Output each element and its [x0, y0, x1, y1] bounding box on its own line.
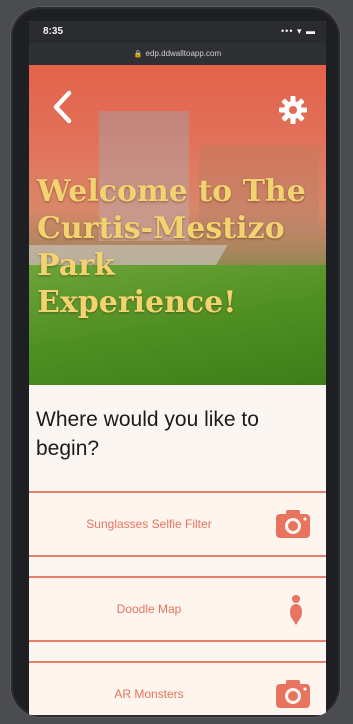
option-label: AR Monsters	[114, 687, 184, 701]
option-label: Doodle Map	[116, 602, 182, 616]
page-title: Welcome to The Curtis-Mestizo Park Exper…	[37, 174, 306, 320]
status-bar: 8:35 ••• ▾ ▬	[29, 21, 326, 43]
camera-icon	[276, 680, 310, 708]
settings-button[interactable]	[278, 95, 308, 125]
map-pin-icon	[290, 595, 302, 625]
option-label: Sunglasses Selfie Filter	[86, 517, 212, 531]
status-icons: ••• ▾ ▬	[281, 26, 316, 36]
option-doodle-map[interactable]: Doodle Map	[29, 576, 326, 642]
camera-icon	[276, 510, 310, 538]
browser-url-bar[interactable]: 🔒 edp.ddwalltoapp.com	[29, 43, 326, 65]
begin-prompt: Where would you like to begin?	[36, 408, 259, 460]
hero-banner: Welcome to The Curtis-Mestizo Park Exper…	[29, 65, 326, 385]
option-sunglasses-selfie-filter[interactable]: Sunglasses Selfie Filter	[29, 491, 326, 557]
option-ar-monsters[interactable]: AR Monsters	[29, 661, 326, 715]
gear-icon	[279, 96, 307, 124]
phone-screen: 8:35 ••• ▾ ▬ 🔒 edp.ddwalltoapp.com Welco…	[29, 21, 326, 715]
status-time: 8:35	[43, 26, 64, 37]
back-button[interactable]	[49, 89, 77, 125]
chevron-left-icon	[53, 90, 72, 124]
url-text: edp.ddwalltoapp.com	[145, 49, 222, 58]
lock-icon: 🔒	[133, 51, 143, 58]
phone-frame: 8:35 ••• ▾ ▬ 🔒 edp.ddwalltoapp.com Welco…	[11, 7, 340, 717]
